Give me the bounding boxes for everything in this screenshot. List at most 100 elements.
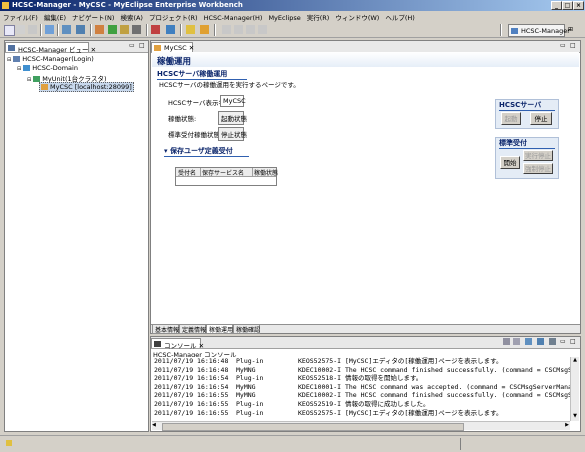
nav-forward-icon[interactable]: [234, 25, 243, 34]
page-title: 稼働運用: [157, 57, 192, 67]
console-source: MyMNG: [236, 391, 256, 400]
pin-console-icon[interactable]: [525, 338, 532, 345]
view-icon: [8, 45, 15, 51]
forced-stop-button[interactable]: 強制停止: [523, 163, 553, 174]
external-tools-icon[interactable]: [151, 25, 160, 34]
maximize-editor-icon[interactable]: □: [570, 42, 576, 49]
console-hscrollbar[interactable]: ◀ ▶: [152, 421, 570, 431]
bookmark-icon[interactable]: [120, 25, 129, 34]
tree-item-domain[interactable]: ⊟ HCSC-Domain: [17, 64, 78, 72]
scroll-lock-icon[interactable]: [513, 338, 520, 345]
user-def-section-title[interactable]: ▾ 保存ユーザ定義受付: [164, 146, 249, 157]
nav-up-icon[interactable]: [246, 25, 255, 34]
console-timestamp: 2011/07/19 16:16:54: [154, 382, 229, 391]
hcsc-server-title: HCSCサーバ: [499, 100, 555, 111]
menu-bar: ファイル(F) 編集(E) ナビゲート(N) 検索(A) プロジェクト(R) HCSC-M…: [0, 11, 585, 22]
accept-start-button[interactable]: 開始: [500, 156, 520, 169]
close-button[interactable]: ×: [573, 1, 584, 10]
plugin-icon[interactable]: [95, 25, 104, 34]
console-vscrollbar[interactable]: ▲ ▼: [570, 357, 579, 421]
page-header: [152, 52, 579, 67]
tab-operation-check[interactable]: 稼働確認: [233, 325, 260, 334]
fast-view-icon[interactable]: [6, 440, 12, 446]
open-folder-icon[interactable]: [200, 25, 209, 34]
nav-back-icon[interactable]: [222, 25, 231, 34]
console-line: 2011/07/19 16:16:55 Plug-in KEOS52519-I 情報…: [152, 400, 570, 409]
column-header-status[interactable]: 稼働状態: [252, 168, 278, 177]
display-console-icon[interactable]: [537, 338, 544, 345]
accept-stop-button[interactable]: 実行停止: [523, 150, 553, 161]
nav-down-icon[interactable]: [258, 25, 267, 34]
wizard-icon[interactable]: [186, 25, 195, 34]
domain-icon: [23, 65, 31, 71]
console-line: 2011/07/19 16:16:54 MyMNG KDEC10001-I The …: [152, 383, 570, 392]
maximize-view-icon[interactable]: □: [139, 42, 145, 49]
console-message: KEOS52575-I [MyCSC]エディタの[稼働運用]ページを表示します。: [298, 408, 503, 417]
server-icon[interactable]: [45, 25, 54, 34]
server-stop-button[interactable]: 停止: [530, 112, 552, 125]
status-value: 起動状態: [218, 111, 247, 125]
console-source: Plug-in: [236, 408, 264, 417]
hcsc-manager-view: HCSC-Manager ビュー ✕ ▭ □ ⊟ HCSC-Manager(Lo…: [4, 40, 149, 432]
console-line: 2011/07/19 16:16:48 Plug-in KEOS52575-I [M…: [152, 357, 570, 366]
console-message: KDEC10002-I The HCSC command finished su…: [298, 365, 570, 374]
column-header-name[interactable]: 受付名: [178, 168, 196, 177]
minimize-console-icon[interactable]: ▭: [560, 338, 566, 345]
print-icon[interactable]: [28, 25, 37, 34]
console-lines: 2011/07/19 16:16:48 Plug-in KEOS52575-I [M…: [152, 357, 570, 417]
status-bar: [0, 435, 585, 452]
minimize-editor-icon[interactable]: ▭: [560, 42, 566, 49]
console-message: KDEC10001-I The HCSC command was accepte…: [298, 382, 570, 391]
section-description: HCSCサーバの稼働運用を実行するページです。: [159, 81, 300, 89]
save-icon[interactable]: [16, 25, 25, 34]
debug-icon[interactable]: [108, 25, 117, 34]
column-header-service[interactable]: 保存サービス名: [200, 168, 244, 177]
console-timestamp: 2011/07/19 16:16:55: [154, 391, 229, 400]
scroll-up-icon[interactable]: ▲: [571, 357, 579, 365]
server-name-field[interactable]: MyCSC: [220, 95, 246, 107]
status-divider: [460, 438, 461, 450]
accept-status-value: 停止状態: [218, 127, 247, 141]
tab-hcsc-manager-view[interactable]: HCSC-Manager ビュー ✕: [5, 42, 96, 54]
console-message: KEOS52575-I [MyCSC]エディタの[稼働運用]ページを表示します。: [298, 357, 503, 365]
tab-label: MyCSC: [164, 44, 187, 52]
console-output[interactable]: 2011/07/19 16:16:48 Plug-in KEOS52575-I [M…: [152, 357, 570, 421]
tab-console[interactable]: コンソール ✕: [151, 338, 204, 350]
accept-status-label: 標準受付稼働状態:: [168, 131, 223, 139]
tree-item-csc[interactable]: MyCSC [localhost:28099]: [39, 82, 134, 92]
clear-console-icon[interactable]: [503, 338, 510, 345]
table-header: 受付名 保存サービス名 稼働状態: [176, 168, 278, 177]
tab-mycsc-editor[interactable]: MyCSC ✕: [151, 42, 194, 52]
new-icon[interactable]: [4, 25, 15, 36]
scroll-left-icon[interactable]: ◀: [152, 422, 156, 428]
tab-operation[interactable]: 稼働運用: [206, 325, 233, 334]
tab-definition-info[interactable]: 定義情報: [179, 325, 206, 334]
perspective-switcher[interactable]: HCSC-Manager: [508, 24, 570, 37]
hscroll-thumb[interactable]: [162, 423, 464, 431]
open-perspective-icon[interactable]: ⊞: [568, 26, 580, 35]
tab-label: HCSC-Manager ビュー: [18, 46, 89, 54]
tree-item-manager[interactable]: ⊟ HCSC-Manager(Login): [7, 55, 94, 63]
tree-label: HCSC-Manager(Login): [22, 55, 94, 63]
maximize-console-icon[interactable]: □: [570, 338, 576, 345]
console-timestamp: 2011/07/19 16:16:55: [154, 399, 229, 408]
server-start-button[interactable]: 起動: [501, 112, 521, 125]
open-type-icon[interactable]: [132, 25, 141, 34]
minimize-button[interactable]: _: [551, 1, 562, 10]
maximize-button[interactable]: □: [562, 1, 573, 10]
minimize-view-icon[interactable]: ▭: [129, 42, 135, 49]
console-timestamp: 2011/07/19 16:16:48: [154, 357, 229, 365]
tab-basic-info[interactable]: 基本情報: [152, 325, 179, 334]
open-console-icon[interactable]: [549, 338, 556, 345]
console-line: 2011/07/19 16:16:55 Plug-in KEOS52575-I [M…: [152, 409, 570, 418]
scroll-down-icon[interactable]: ▼: [571, 413, 579, 421]
server-launch-icon[interactable]: [76, 25, 85, 34]
editor-icon: [154, 45, 161, 51]
status-label: 稼働状態:: [168, 115, 197, 123]
scroll-right-icon[interactable]: ▶: [565, 422, 569, 428]
csc-icon: [41, 84, 48, 90]
manager-icon: [13, 56, 21, 62]
search-icon[interactable]: [166, 25, 175, 34]
console-line: 2011/07/19 16:16:55 MyMNG KDEC10002-I The …: [152, 391, 570, 400]
deploy-icon[interactable]: [62, 25, 71, 34]
